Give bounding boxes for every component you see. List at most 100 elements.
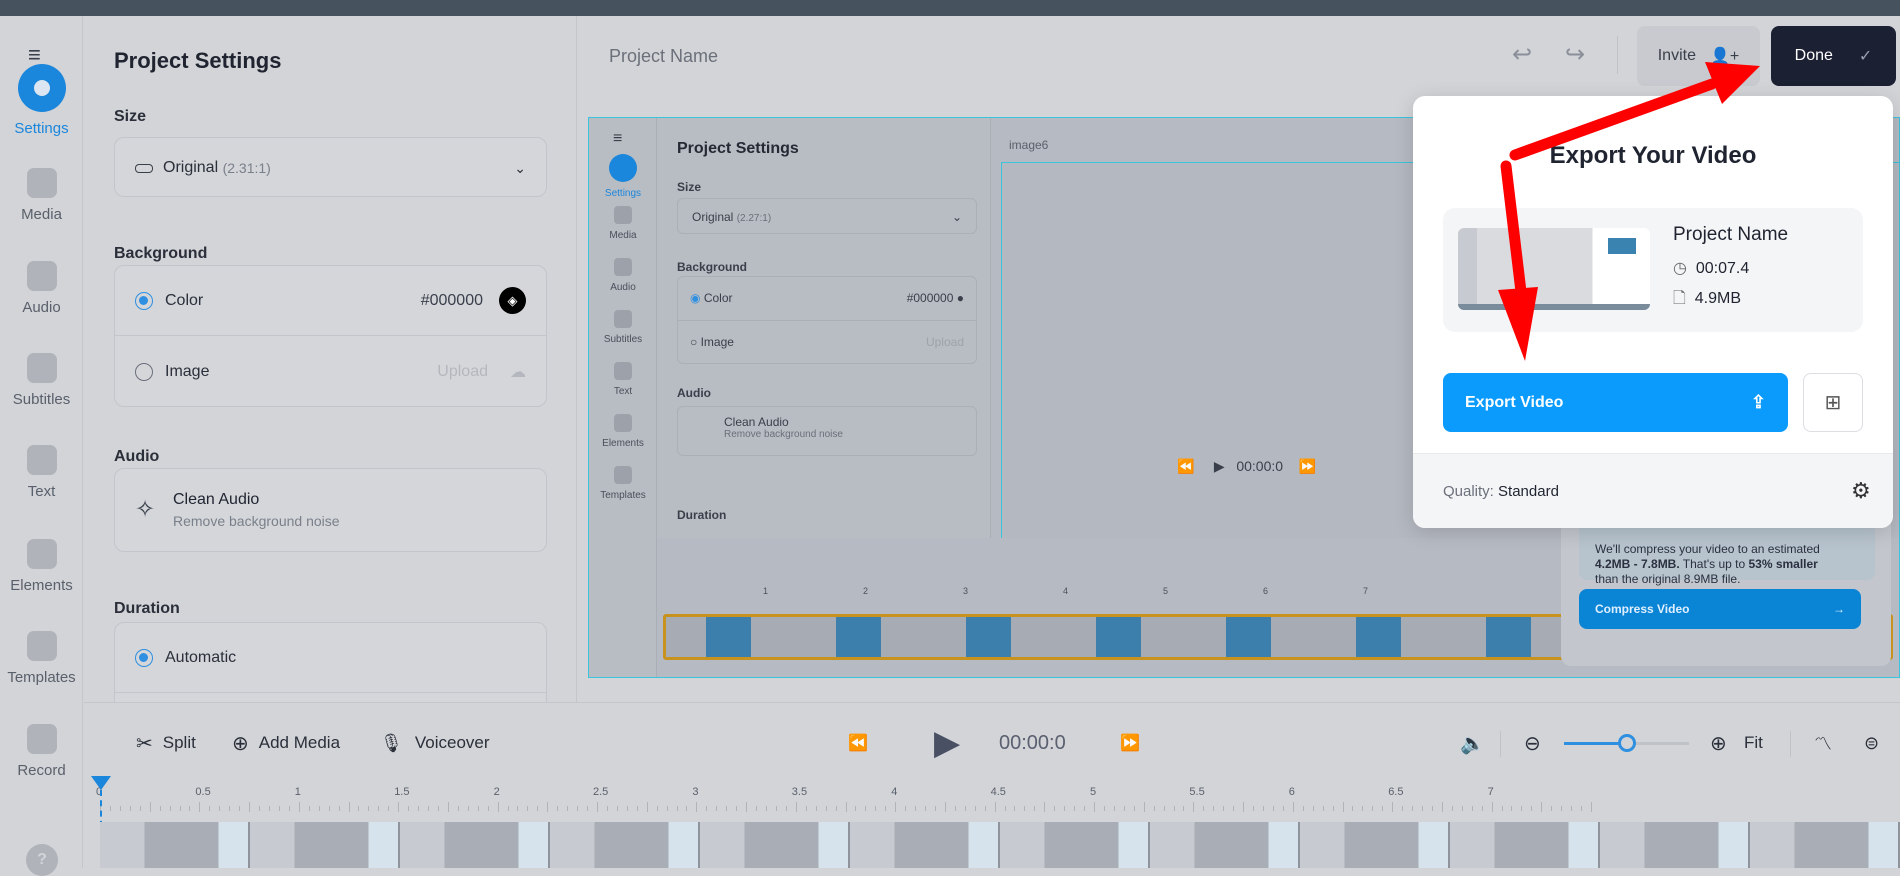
sidebar-item-audio[interactable]: Audio <box>0 261 83 316</box>
template-add-icon: ⊞ <box>1824 392 1842 414</box>
ruler-tick <box>1103 806 1105 811</box>
sidebar-item-subtitles[interactable]: Subtitles <box>0 353 83 408</box>
fast-forward-icon[interactable]: ⏩ <box>1120 703 1140 783</box>
split-button[interactable]: ✂ Split <box>136 703 196 783</box>
size-dropdown[interactable]: Original (2.31:1) ⌄ <box>114 137 547 197</box>
add-media-button[interactable]: ⊕ Add Media <box>232 703 340 783</box>
zoom-out-icon[interactable]: ⊖ <box>1524 703 1541 783</box>
ruler-tick <box>278 806 280 811</box>
ruler-tick <box>1143 802 1145 812</box>
ruler-label: 5 <box>1090 786 1097 798</box>
ruler-tick <box>318 806 320 811</box>
color-radio[interactable] <box>135 291 153 310</box>
invite-button[interactable]: Invite 👤+ <box>1637 26 1760 86</box>
timeline-ruler[interactable]: 0 0.5 1 1.5 2 2.5 3 3.5 4 4.5 5 5.5 6 6.5 7 <box>84 778 1900 822</box>
ruler-tick <box>1203 806 1205 811</box>
zoom-slider[interactable] <box>1564 734 1689 752</box>
ruler-tick <box>1372 806 1374 811</box>
image-option[interactable]: Image Upload ☁ <box>115 337 546 407</box>
sidebar-item-elements[interactable]: Elements <box>0 539 83 594</box>
preview-rail-item: Settings <box>589 154 657 199</box>
sidebar-item-label: Text <box>27 483 56 500</box>
voiceover-button[interactable]: 🎙 Voiceover <box>380 703 490 783</box>
clean-audio-card[interactable]: ✧ Clean Audio Remove background noise <box>114 468 547 552</box>
quality-settings-gear-icon[interactable]: ⚙ <box>1851 478 1871 504</box>
color-option-label: Color <box>165 291 204 309</box>
add-template-button[interactable]: ⊞ <box>1803 373 1863 432</box>
split-label: Split <box>162 733 196 752</box>
playhead[interactable] <box>91 776 111 790</box>
play-icon[interactable]: ▶ <box>934 703 960 783</box>
redo-icon[interactable]: ↪ <box>1565 40 1585 69</box>
upload-link[interactable]: Upload <box>437 363 488 381</box>
ruler-tick <box>656 806 658 811</box>
ruler-tick <box>169 806 171 811</box>
sidebar-item-label: Settings <box>14 120 69 137</box>
ruler-tick <box>1014 806 1016 811</box>
paint-bucket-icon[interactable]: ◈ <box>499 287 526 314</box>
add-media-label: Add Media <box>258 733 341 752</box>
project-settings-panel: Project Settings Size Original (2.31:1) … <box>84 16 577 702</box>
waveform-icon[interactable]: 〽 <box>1814 703 1832 783</box>
filmstrip-frame <box>1750 822 1900 868</box>
preview-clean-audio: Clean Audio Remove background noise <box>677 406 977 456</box>
image-radio[interactable] <box>135 363 153 381</box>
export-video-button[interactable]: Export Video ⇪ <box>1443 373 1788 432</box>
color-option[interactable]: Color #000000 ◈ <box>115 266 546 336</box>
filmstrip-frame <box>250 822 400 868</box>
captions-icon[interactable]: ⊜ <box>1864 703 1879 783</box>
ruler-tick <box>1412 806 1414 811</box>
automatic-option[interactable]: Automatic <box>115 623 546 693</box>
ruler-tick <box>1571 806 1573 811</box>
zoom-slider-knob[interactable] <box>1617 734 1636 752</box>
sidebar-item-media[interactable]: Media <box>0 168 83 223</box>
ruler-tick <box>964 806 966 811</box>
automatic-radio[interactable] <box>135 648 153 667</box>
ruler-tick <box>726 806 728 811</box>
timeline-filmstrip[interactable] <box>100 822 1900 868</box>
sidebar-item-record[interactable]: Record <box>0 724 83 779</box>
preview-rail-item: Media <box>589 206 657 241</box>
ruler-tick <box>1551 806 1553 811</box>
preview-ruler-label: 3 <box>963 586 969 596</box>
sidebar-item-templates[interactable]: Templates <box>0 631 83 686</box>
ruler-tick <box>1084 806 1086 811</box>
ruler-tick <box>716 806 718 811</box>
preview-background-card: ◉ Color #000000 ● ○ Image Upload <box>677 276 977 364</box>
file-icon: 🗋 <box>1673 290 1686 307</box>
zoom-in-icon[interactable]: ⊕ <box>1710 703 1727 783</box>
ruler-tick <box>1561 806 1563 811</box>
summary-project-name: Project Name <box>1673 224 1789 245</box>
preview-ruler-label: 4 <box>1063 586 1069 596</box>
ruler-tick <box>1233 806 1235 811</box>
ruler-tick <box>477 806 479 811</box>
ruler-tick <box>1461 806 1463 811</box>
fit-button[interactable]: Fit <box>1744 703 1763 783</box>
ruler-tick <box>736 806 738 811</box>
aspect-ratio-icon <box>135 163 153 173</box>
help-icon[interactable]: ? <box>26 844 58 876</box>
ruler-tick <box>1183 806 1185 811</box>
compress-pct: 53% smaller <box>1748 557 1818 571</box>
ruler-tick <box>974 806 976 811</box>
done-button[interactable]: Done ✓ <box>1771 26 1896 86</box>
plus-icon <box>26 168 57 198</box>
upload-icon: ⇪ <box>1750 392 1766 412</box>
volume-icon[interactable]: 🔈 <box>1460 703 1485 783</box>
project-name-title[interactable]: Project Name <box>609 46 718 67</box>
ruler-tick <box>1034 806 1036 811</box>
sidebar-item-text[interactable]: Text <box>0 445 83 500</box>
compress-text-line-1: We'll compress your video to an estimate… <box>1595 542 1863 557</box>
preview-audio-label: Audio <box>677 386 711 400</box>
templates-icon <box>26 631 57 661</box>
image-option-label: Image <box>165 363 210 380</box>
rewind-icon[interactable]: ⏪ <box>848 703 868 783</box>
undo-icon[interactable]: ↩ <box>1512 40 1532 69</box>
sidebar-item-settings[interactable]: Settings <box>0 64 83 137</box>
ruler-tick <box>925 806 927 811</box>
ruler-tick <box>875 806 877 811</box>
compress-text-line-3: than the original 8.9MB file. <box>1595 572 1863 587</box>
preview-settings-panel: Project Settings Size Original (2.27:1) ⌄… <box>657 118 991 538</box>
ruler-tick <box>338 806 340 811</box>
cloud-upload-icon[interactable]: ☁ <box>510 362 526 382</box>
